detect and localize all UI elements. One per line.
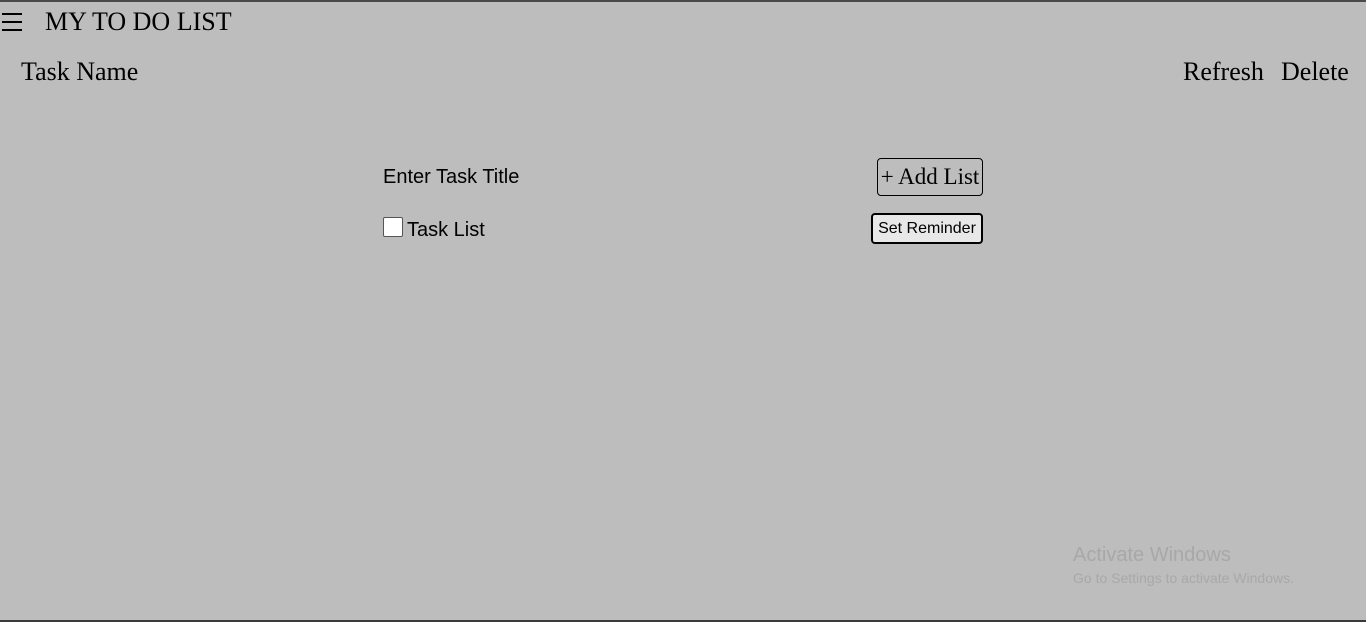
app-title: MY TO DO LIST xyxy=(45,7,232,36)
set-reminder-button[interactable]: Set Reminder xyxy=(871,213,983,244)
task-list-label: Task List xyxy=(407,219,485,241)
delete-link[interactable]: Delete xyxy=(1281,57,1349,87)
hamburger-menu-icon[interactable] xyxy=(2,10,22,32)
task-name-header: Task Name xyxy=(21,57,139,86)
top-border xyxy=(0,0,1366,2)
task-title-label[interactable]: Enter Task Title xyxy=(383,165,519,189)
menu-bar-line xyxy=(2,21,22,23)
refresh-link[interactable]: Refresh xyxy=(1183,57,1264,87)
activate-windows-watermark-title: Activate Windows xyxy=(1073,544,1231,566)
add-list-button[interactable]: + Add List xyxy=(877,158,983,196)
menu-bar-line xyxy=(2,13,22,15)
menu-bar-line xyxy=(2,29,22,31)
task-list-checkbox[interactable] xyxy=(383,217,403,237)
activate-windows-watermark-subtitle: Go to Settings to activate Windows. xyxy=(1073,570,1294,586)
